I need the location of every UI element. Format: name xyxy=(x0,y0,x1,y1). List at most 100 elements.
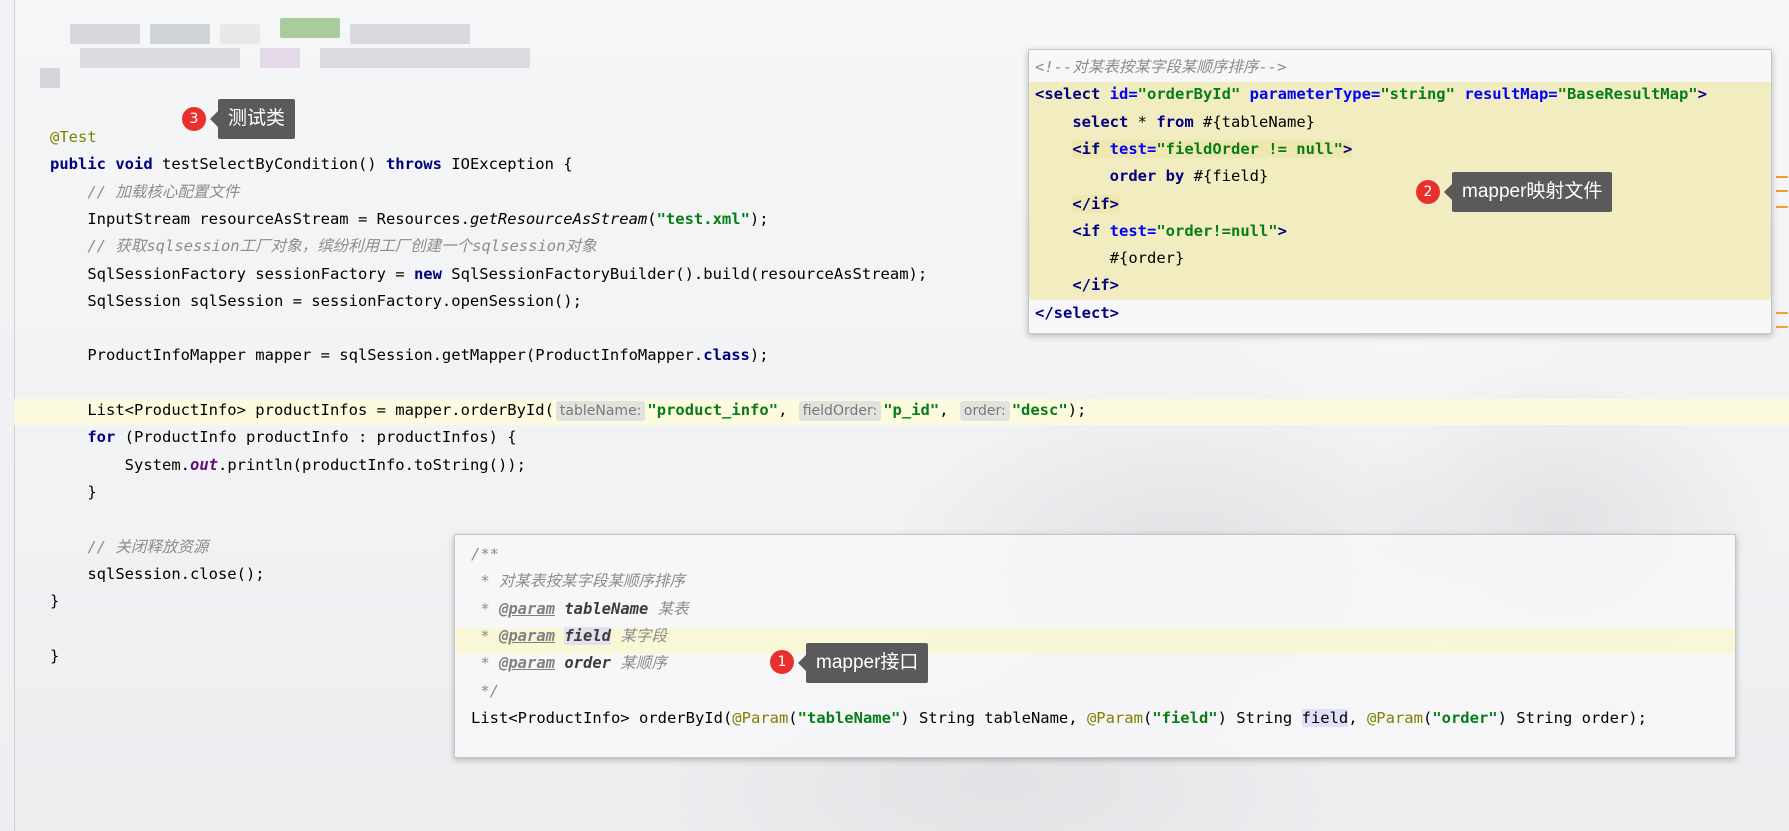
mapper-interface-popup: /** * 对某表按某字段某顺序排序 * @param tableName 某表… xyxy=(454,534,1736,758)
scroll-marker xyxy=(1776,326,1788,328)
code-token: void xyxy=(115,155,162,174)
code-token: select xyxy=(1072,112,1138,131)
code-line[interactable]: SqlSession sqlSession = sessionFactory.o… xyxy=(50,288,582,314)
code-token: </if> xyxy=(1072,194,1119,213)
code-token: IOException { xyxy=(451,155,573,174)
code-line[interactable]: } xyxy=(50,479,96,505)
callout-badge-1: 1 xyxy=(770,650,794,674)
code-token: ) String tableName, xyxy=(900,708,1087,727)
code-token: ) String xyxy=(1217,708,1302,727)
code-token: for xyxy=(87,428,125,447)
code-token: ( xyxy=(1142,708,1153,727)
xml-line[interactable]: <!--对某表按某字段某顺序排序--> xyxy=(1035,54,1286,80)
code-token: <select xyxy=(1035,85,1110,104)
code-token: "string" xyxy=(1380,85,1455,104)
code-token: 某字段 xyxy=(611,626,667,645)
interface-line[interactable]: * @param field 某字段 xyxy=(471,623,667,649)
code-token: SqlSession sqlSession = sessionFactory.o… xyxy=(50,291,582,310)
code-line[interactable]: } xyxy=(50,643,59,669)
code-token: ( xyxy=(788,708,798,727)
code-token: out xyxy=(189,455,218,474)
code-line[interactable]: // 加载核心配置文件 xyxy=(50,179,239,205)
code-token: ); xyxy=(1067,401,1087,419)
code-token: ( xyxy=(1422,708,1433,727)
code-token: * xyxy=(471,626,499,645)
code-token: @Test xyxy=(50,128,97,146)
code-token: ); xyxy=(749,346,769,365)
interface-line[interactable]: List<ProductInfo> orderById(@Param("tabl… xyxy=(471,705,1647,731)
code-token: // 获取sqlsession工厂对象，缤纷利用工厂创建一个sqlsession… xyxy=(50,237,597,256)
xml-line[interactable]: #{order} xyxy=(1035,245,1185,271)
code-token: @param xyxy=(499,654,555,673)
code-token: > xyxy=(1277,221,1287,240)
xml-line[interactable]: <if test="fieldOrder != null"> xyxy=(1035,136,1353,162)
code-token: @Param xyxy=(1366,708,1423,727)
code-line[interactable]: System.out.println(productInfo.toString(… xyxy=(50,452,526,478)
code-line[interactable]: public void testSelectByCondition() thro… xyxy=(50,151,573,177)
xml-line[interactable]: </if> xyxy=(1035,191,1119,217)
code-token: * xyxy=(471,599,499,618)
code-token: // 关闭释放资源 xyxy=(50,537,209,556)
code-token: </if> xyxy=(1072,276,1119,295)
code-token: "order" xyxy=(1432,708,1498,727)
code-token: 某表 xyxy=(648,599,689,618)
callout-mapper-xml: mapper映射文件 xyxy=(1443,172,1613,212)
callout-badge-2: 2 xyxy=(1416,180,1440,204)
interface-line[interactable]: */ xyxy=(471,678,499,704)
code-token: "field" xyxy=(1152,708,1218,727)
code-token: * 对某表按某字段某顺序排序 xyxy=(471,572,685,591)
code-line[interactable]: // 获取sqlsession工厂对象，缤纷利用工厂创建一个sqlsession… xyxy=(50,233,596,259)
code-token: parameterType= xyxy=(1249,85,1381,104)
code-token: <if xyxy=(1072,221,1110,240)
code-line[interactable]: sqlSession.close(); xyxy=(50,561,264,587)
code-line[interactable]: SqlSessionFactory sessionFactory = new S… xyxy=(50,261,927,287)
code-token: "fieldOrder != null" xyxy=(1156,139,1343,158)
interface-line[interactable]: * @param tableName 某表 xyxy=(471,596,689,622)
code-line[interactable]: @Test xyxy=(50,124,97,150)
xml-line[interactable]: select * from #{tableName} xyxy=(1035,109,1315,135)
code-line[interactable]: // 关闭释放资源 xyxy=(50,534,208,560)
xml-line[interactable]: </if> xyxy=(1035,272,1119,298)
xml-line[interactable]: order by #{field} xyxy=(1035,163,1269,189)
code-line[interactable]: ProductInfoMapper mapper = sqlSession.ge… xyxy=(50,342,769,368)
code-token: <!--对某表按某字段某顺序排序--> xyxy=(1035,58,1287,76)
code-token: from xyxy=(1156,112,1203,131)
xml-line[interactable]: </select> xyxy=(1035,300,1119,326)
code-token: "desc" xyxy=(1011,401,1068,419)
code-token: <if xyxy=(1072,139,1110,158)
code-token: */ xyxy=(471,681,499,700)
xml-line[interactable]: <if test="order!=null"> xyxy=(1035,218,1287,244)
scroll-marker xyxy=(1776,176,1788,178)
code-token: test= xyxy=(1109,221,1157,240)
code-line[interactable]: InputStream resourceAsStream = Resources… xyxy=(50,206,768,232)
code-token: "BaseResultMap" xyxy=(1557,85,1698,104)
code-token: > xyxy=(1342,139,1353,158)
code-token: , xyxy=(939,401,958,419)
code-token: @Param xyxy=(732,708,789,727)
code-line[interactable]: } xyxy=(50,588,59,614)
code-token: #{field} xyxy=(1193,167,1269,186)
code-token: public xyxy=(50,155,116,174)
interface-line[interactable]: * @param order 某顺序 xyxy=(471,650,667,676)
code-line[interactable]: List<ProductInfo> productInfos = mapper.… xyxy=(50,397,1086,423)
code-token: field xyxy=(564,626,612,645)
code-token: tableName xyxy=(564,599,649,618)
code-token: "orderById" xyxy=(1137,85,1241,104)
code-token: field xyxy=(1301,708,1349,727)
code-token: SqlSessionFactory sessionFactory = xyxy=(50,264,414,283)
interface-line[interactable]: /** xyxy=(471,541,499,567)
code-line[interactable]: for (ProductInfo productInfo : productIn… xyxy=(50,424,516,450)
code-token: "test.xml" xyxy=(656,209,750,228)
parameter-hint: tableName: xyxy=(555,401,646,421)
parameter-hint: fieldOrder: xyxy=(798,401,882,421)
interface-line[interactable]: * 对某表按某字段某顺序排序 xyxy=(471,568,685,594)
xml-line[interactable]: <select id="orderById" parameterType="st… xyxy=(1035,81,1707,107)
